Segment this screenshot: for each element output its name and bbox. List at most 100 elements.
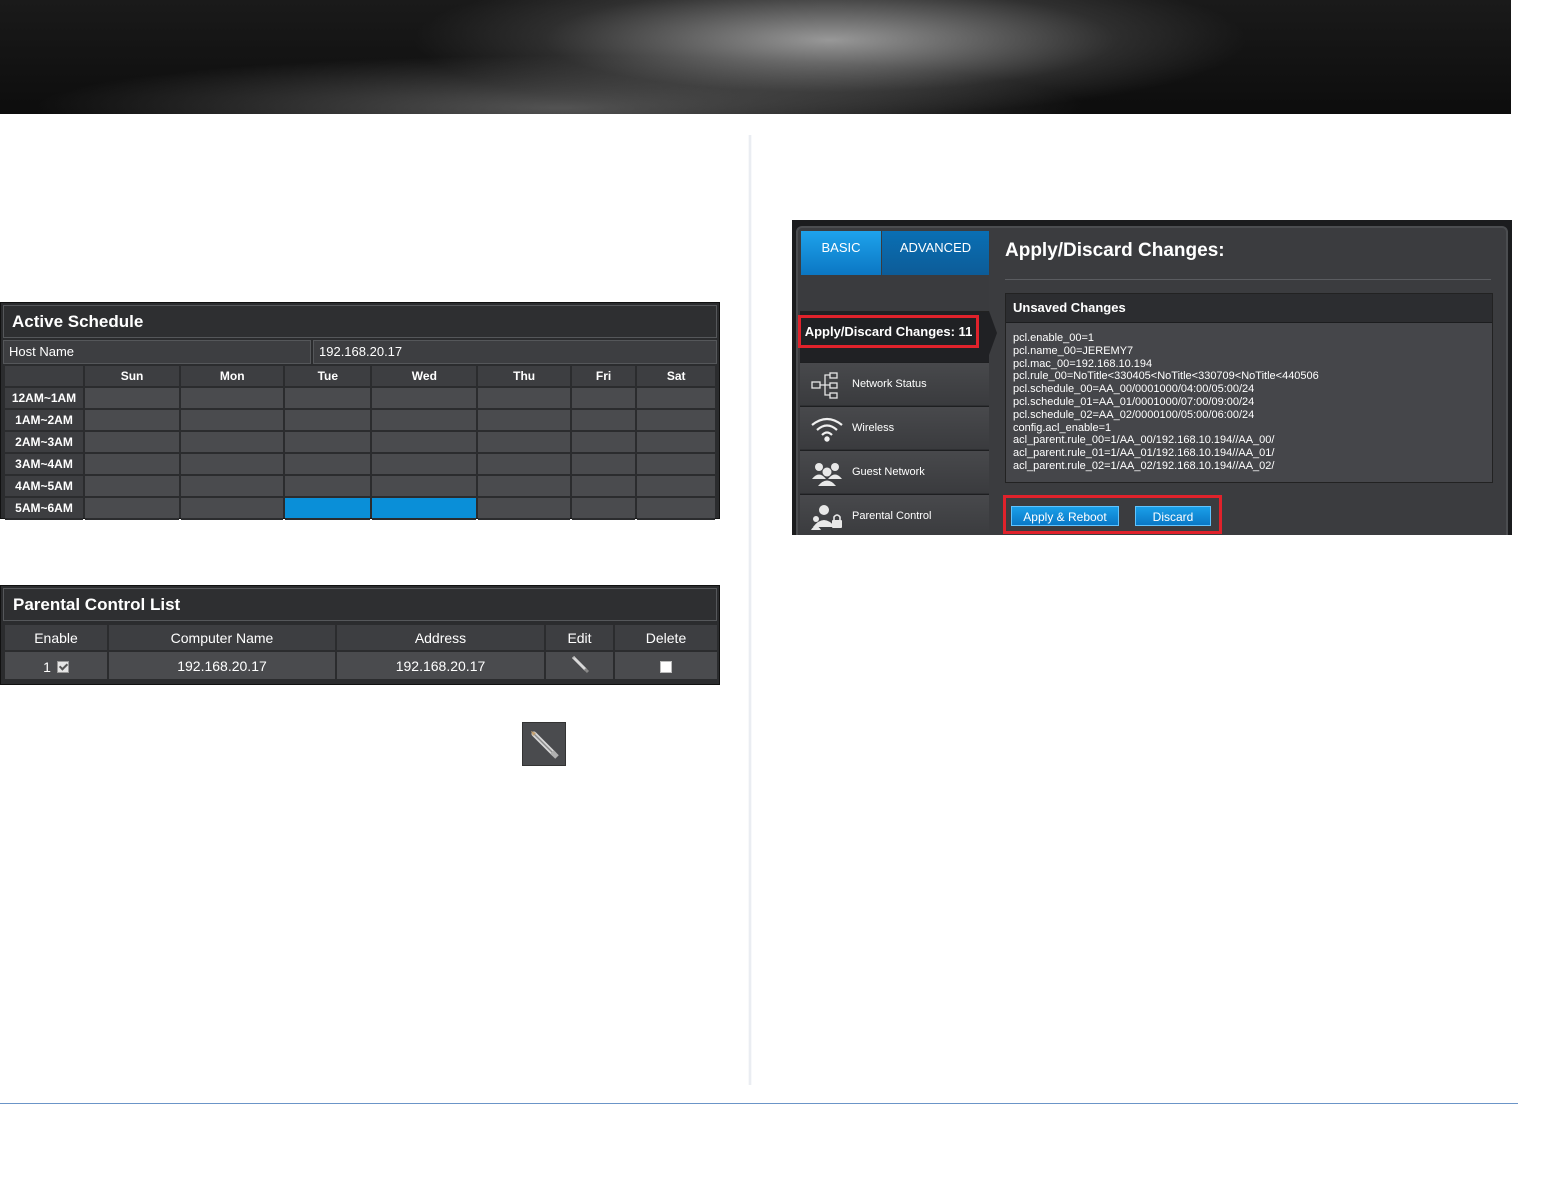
unsaved-change-line: config.acl_enable=1 bbox=[1013, 421, 1112, 434]
schedule-cell[interactable] bbox=[181, 498, 284, 520]
sidebar-item-label: Network Status bbox=[852, 378, 927, 390]
schedule-row: 5AM~6AM bbox=[5, 498, 715, 520]
router-ui-screenshot: BASIC ADVANCED Apply/Discard Changes: 11… bbox=[792, 220, 1512, 535]
schedule-cell[interactable] bbox=[181, 388, 284, 410]
schedule-row: 3AM~4AM bbox=[5, 454, 715, 476]
schedule-cell[interactable] bbox=[478, 476, 570, 498]
schedule-cell[interactable] bbox=[85, 432, 180, 454]
apply-reboot-button[interactable]: Apply & Reboot bbox=[1011, 506, 1119, 526]
page-title: Apply/Discard Changes: bbox=[1005, 240, 1225, 261]
sidebar-item-label: Wireless bbox=[852, 422, 895, 434]
discard-button[interactable]: Discard bbox=[1135, 506, 1211, 526]
pencil-icon[interactable] bbox=[522, 722, 566, 766]
router-content: Apply/Discard Changes: Unsaved Changes p… bbox=[989, 226, 1504, 535]
schedule-cell[interactable] bbox=[85, 388, 180, 410]
col-edit: Edit bbox=[546, 625, 613, 650]
unsaved-change-line: acl_parent.rule_02=1/AA_02/192.168.10.19… bbox=[1013, 459, 1275, 472]
schedule-cell[interactable] bbox=[571, 432, 636, 454]
unsaved-changes-list: pcl.enable_00=1 pcl.name_00=JEREMY7 pcl.ma… bbox=[1013, 332, 1486, 473]
schedule-cell[interactable] bbox=[478, 410, 570, 432]
unsaved-change-line: pcl.name_00=JEREMY7 bbox=[1013, 344, 1134, 357]
col-delete: Delete bbox=[615, 625, 717, 650]
schedule-cell[interactable] bbox=[571, 476, 636, 498]
schedule-cell[interactable] bbox=[478, 454, 570, 476]
enable-checkbox[interactable] bbox=[56, 660, 69, 673]
schedule-cell[interactable] bbox=[285, 388, 371, 410]
schedule-cell[interactable] bbox=[85, 410, 180, 432]
col-computer-name: Computer Name bbox=[109, 625, 335, 650]
schedule-grid: Sun Mon Tue Wed Thu Fri Sat 12AM~1AM 1AM~2AM 2AM… bbox=[3, 366, 717, 520]
unsaved-change-line: acl_parent.rule_00=1/AA_00/192.168.10.19… bbox=[1013, 434, 1275, 447]
schedule-cell[interactable] bbox=[372, 410, 477, 432]
row-index: 1 bbox=[43, 658, 51, 675]
time-slot-label: 12AM~1AM bbox=[5, 388, 83, 410]
schedule-cell-active[interactable] bbox=[285, 498, 371, 520]
schedule-cell[interactable] bbox=[181, 432, 284, 454]
schedule-cell[interactable] bbox=[285, 476, 371, 498]
schedule-cell[interactable] bbox=[372, 432, 477, 454]
schedule-cell[interactable] bbox=[372, 476, 477, 498]
schedule-cell[interactable] bbox=[181, 454, 284, 476]
footer-divider bbox=[0, 1103, 1518, 1104]
schedule-row: 12AM~1AM bbox=[5, 388, 715, 410]
schedule-cell[interactable] bbox=[285, 454, 371, 476]
edit-pencil-icon[interactable] bbox=[569, 653, 591, 678]
schedule-cell[interactable] bbox=[372, 454, 477, 476]
schedule-cell[interactable] bbox=[478, 432, 570, 454]
sidebar-item-wireless[interactable]: Wireless bbox=[800, 406, 989, 449]
unsaved-changes-box: Unsaved Changes pcl.enable_00=1 pcl.name_… bbox=[1005, 293, 1493, 483]
unsaved-change-line: acl_parent.rule_01=1/AA_01/192.168.10.19… bbox=[1013, 447, 1275, 460]
schedule-cell[interactable] bbox=[285, 410, 371, 432]
day-header-sat: Sat bbox=[637, 366, 715, 388]
schedule-cell[interactable] bbox=[181, 476, 284, 498]
edit-cell bbox=[546, 652, 613, 679]
tab-basic[interactable]: BASIC bbox=[801, 231, 881, 275]
schedule-cell-active[interactable] bbox=[372, 498, 477, 520]
enable-cell: 1 bbox=[5, 652, 107, 679]
host-name-label: Host Name bbox=[3, 340, 311, 364]
time-slot-label: 5AM~6AM bbox=[5, 498, 83, 520]
schedule-cell[interactable] bbox=[85, 476, 180, 498]
time-slot-label: 1AM~2AM bbox=[5, 410, 83, 432]
address-cell: 192.168.20.17 bbox=[337, 652, 544, 679]
schedule-cell[interactable] bbox=[637, 476, 715, 498]
day-header-wed: Wed bbox=[372, 366, 477, 388]
schedule-cell[interactable] bbox=[637, 432, 715, 454]
schedule-cell[interactable] bbox=[372, 388, 477, 410]
schedule-cell[interactable] bbox=[285, 432, 371, 454]
title-divider bbox=[1005, 279, 1491, 280]
sidebar-item-parental-control[interactable]: Parental Control bbox=[800, 494, 989, 535]
delete-checkbox[interactable] bbox=[660, 660, 672, 673]
schedule-row: 1AM~2AM bbox=[5, 410, 715, 432]
delete-cell bbox=[615, 652, 717, 679]
schedule-cell[interactable] bbox=[478, 388, 570, 410]
day-header-fri: Fri bbox=[571, 366, 636, 388]
schedule-cell[interactable] bbox=[571, 388, 636, 410]
sidebar-item-network-status[interactable]: Network Status bbox=[800, 362, 989, 405]
sidebar-spacer bbox=[800, 275, 989, 312]
schedule-cell[interactable] bbox=[85, 498, 180, 520]
schedule-cell[interactable] bbox=[637, 410, 715, 432]
schedule-cell[interactable] bbox=[637, 388, 715, 410]
day-header-tue: Tue bbox=[285, 366, 371, 388]
unsaved-change-line: pcl.schedule_00=AA_00/0001000/04:00/05:0… bbox=[1013, 383, 1255, 396]
tab-advanced[interactable]: ADVANCED bbox=[882, 231, 989, 275]
schedule-cell[interactable] bbox=[478, 498, 570, 520]
active-schedule-panel: Active Schedule Host Name 192.168.20.17 … bbox=[0, 302, 720, 520]
computer-name-cell: 192.168.20.17 bbox=[109, 652, 335, 679]
schedule-cell[interactable] bbox=[85, 454, 180, 476]
table-row: 1 192.168.20.17 192.168.20.17 bbox=[5, 652, 717, 679]
schedule-cell[interactable] bbox=[637, 454, 715, 476]
schedule-cell[interactable] bbox=[637, 498, 715, 520]
unsaved-changes-header: Unsaved Changes bbox=[1006, 294, 1492, 323]
sidebar-item-guest-network[interactable]: Guest Network bbox=[800, 450, 989, 493]
schedule-cell[interactable] bbox=[571, 454, 636, 476]
schedule-cell[interactable] bbox=[571, 498, 636, 520]
schedule-row: 4AM~5AM bbox=[5, 476, 715, 498]
schedule-cell[interactable] bbox=[571, 410, 636, 432]
schedule-cell[interactable] bbox=[181, 410, 284, 432]
time-slot-label: 3AM~4AM bbox=[5, 454, 83, 476]
wireless-icon bbox=[810, 415, 844, 443]
network-status-icon bbox=[810, 371, 844, 399]
apply-discard-changes-item[interactable]: Apply/Discard Changes: 11 bbox=[798, 315, 979, 348]
